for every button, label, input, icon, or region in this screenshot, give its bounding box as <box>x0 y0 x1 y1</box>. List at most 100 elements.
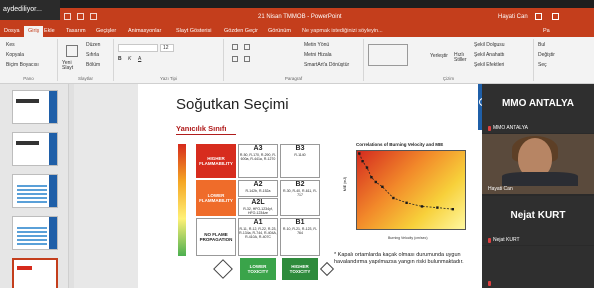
cell-code: A3 <box>253 145 263 152</box>
group-paragraph: Metin Yönü Metni Hizala SmartArt'a Dönüş… <box>224 39 364 81</box>
slide-footnote[interactable]: * Kapalı ortamlarda kaçak olması durumun… <box>334 252 484 265</box>
row-label-no-flame: NO FLAME PROPAGATION <box>196 218 236 256</box>
screen-root: aydediliyor... 21 Nisan TMMOB - PowerPoi… <box>0 0 594 288</box>
slide-thumbnail[interactable] <box>12 90 58 124</box>
ribbon-tabs: Dosya Giriş Ekle Tasarım Geçişler Animas… <box>0 26 594 37</box>
data-point <box>436 206 439 209</box>
slide-thumbnail[interactable] <box>12 216 58 250</box>
cut-button[interactable]: Kes <box>6 42 15 48</box>
slide-thumbnail[interactable] <box>12 132 58 166</box>
shapes-gallery[interactable] <box>368 44 408 66</box>
participant-label-text: Hayati Can <box>488 186 513 192</box>
group-label: Paragraf <box>284 76 303 81</box>
align-left-icon[interactable] <box>232 56 238 62</box>
slide-title[interactable]: Soğutkan Seçimi <box>176 96 289 113</box>
italic-button[interactable]: K <box>128 56 131 62</box>
new-slide-icon[interactable] <box>66 45 78 57</box>
shape-effects-button[interactable]: Şekil Efektleri <box>474 62 504 68</box>
numbering-icon[interactable] <box>244 44 250 50</box>
participant-tile[interactable]: Nejat KURT Nejat KURT <box>482 196 594 245</box>
undo-icon[interactable] <box>77 13 84 20</box>
tell-me-search[interactable]: Ne yapmak istediğinizi söyleyin... <box>302 28 383 34</box>
skull-hazard-icon <box>319 261 335 277</box>
participant-label: Hayati Can <box>488 186 513 192</box>
participant-label <box>488 281 491 286</box>
cell-b3: B3 R-1140 <box>280 144 320 178</box>
tab-transitions[interactable]: Geçişler <box>96 28 116 34</box>
slide-thumbnail-active[interactable] <box>12 258 58 288</box>
signed-in-user[interactable]: Hayati Can <box>498 14 528 20</box>
participant-tile[interactable]: MMO ANTALYA MMO ANTALYA <box>482 84 594 133</box>
tab-slideshow[interactable]: Slayt Gösterisi <box>176 28 211 34</box>
shape-outline-button[interactable]: Şekil Anahattı <box>474 52 505 58</box>
thumbnail-accent <box>49 217 57 249</box>
quick-access-toolbar <box>64 13 97 20</box>
tab-review[interactable]: Gözden Geçir <box>224 28 258 34</box>
participant-tile[interactable] <box>482 246 594 288</box>
participant-video-tile[interactable]: Hayati Can <box>482 134 594 194</box>
data-point <box>370 176 373 179</box>
cell-b2: B2 R-30, R-40, R-611, R-717 <box>280 180 320 216</box>
tab-view[interactable]: Görünüm <box>268 28 291 34</box>
group-slides: Yeni Slayt Düzen Sıfırla Bölüm Slaytlar <box>58 39 114 81</box>
mic-muted-icon <box>488 125 491 131</box>
tab-home[interactable]: Giriş <box>24 26 44 37</box>
shape-fill-button[interactable]: Şekil Dolgusu <box>474 42 505 48</box>
flammability-matrix[interactable]: HIGHER FLAMMABILITY LOWER FLAMMABILITY N… <box>176 140 335 280</box>
burning-velocity-chart[interactable]: Correlations of Burning Velocity and MIE… <box>334 142 476 242</box>
share-button[interactable]: Pa <box>543 28 550 34</box>
cell-code: A2 <box>253 181 263 188</box>
data-point <box>392 196 395 200</box>
align-center-icon[interactable] <box>244 56 250 62</box>
thumbnail-accent <box>49 175 57 207</box>
arrange-button[interactable]: Yerleştir <box>430 53 448 59</box>
thumbnail-table <box>17 227 47 245</box>
slide-thumbnail[interactable] <box>12 174 58 208</box>
align-text-button[interactable]: Metni Hizala <box>304 52 332 58</box>
tab-animations[interactable]: Animasyonlar <box>128 28 161 34</box>
underline-button[interactable]: A <box>138 56 141 62</box>
save-icon[interactable] <box>64 13 71 20</box>
flammability-gradient <box>178 144 186 256</box>
cell-examples: R-11, R-12, R-22, R-23, R-134a, R-744, R… <box>239 227 277 239</box>
participant-label-text: MMO ANTALYA <box>493 125 529 131</box>
col-label-lower-toxicity: LOWER TOXICITY <box>240 258 276 280</box>
font-size-dropdown[interactable]: 12 <box>160 44 174 52</box>
copy-button[interactable]: Kopyala <box>6 52 24 58</box>
subtitle-underline <box>176 134 236 135</box>
maximize-icon[interactable] <box>552 13 559 20</box>
minimize-icon[interactable] <box>535 13 542 20</box>
trend-line <box>358 153 453 210</box>
replace-button[interactable]: Değiştir <box>538 52 555 58</box>
new-slide-button[interactable]: Yeni Slayt <box>62 61 84 71</box>
font-name-dropdown[interactable] <box>118 44 158 52</box>
convert-smartart-button[interactable]: SmartArt'a Dönüştür <box>304 62 349 68</box>
layout-button[interactable]: Düzen <box>86 42 100 48</box>
cell-a2: A2 R-142b, R-152a <box>238 180 278 197</box>
data-point <box>374 180 377 184</box>
bold-button[interactable]: B <box>118 56 122 62</box>
bullets-icon[interactable] <box>232 44 238 50</box>
format-painter-button[interactable]: Biçim Boyacısı <box>6 62 39 68</box>
reset-button[interactable]: Sıfırla <box>86 52 99 58</box>
cell-code: B2 <box>295 181 305 188</box>
data-point <box>358 152 361 155</box>
current-slide[interactable]: Soğutkan Seçimi Yanıcılık Sınıfı HIGHER … <box>138 84 488 288</box>
find-button[interactable]: Bul <box>538 42 545 48</box>
slide-subtitle[interactable]: Yanıcılık Sınıfı <box>176 124 226 133</box>
group-label: Pano <box>23 76 34 81</box>
tab-design[interactable]: Tasarım <box>66 28 86 34</box>
redo-icon[interactable] <box>90 13 97 20</box>
tab-file[interactable]: Dosya <box>4 28 20 34</box>
quick-styles-button[interactable]: Hızlı Stiller <box>454 53 472 63</box>
group-editing: Bul Değiştir Seç <box>534 39 594 81</box>
select-button[interactable]: Seç <box>538 62 547 68</box>
cell-a1: A1 R-11, R-12, R-22, R-23, R-134a, R-744… <box>238 218 278 256</box>
group-font: 12 B K A Yazı Tipi <box>114 39 224 81</box>
row-label-higher: HIGHER FLAMMABILITY <box>196 144 236 178</box>
section-button[interactable]: Bölüm <box>86 62 100 68</box>
tab-insert[interactable]: Ekle <box>44 28 55 34</box>
flame-hazard-icon <box>213 259 233 279</box>
data-point <box>451 208 454 211</box>
text-direction-button[interactable]: Metin Yönü <box>304 42 329 48</box>
